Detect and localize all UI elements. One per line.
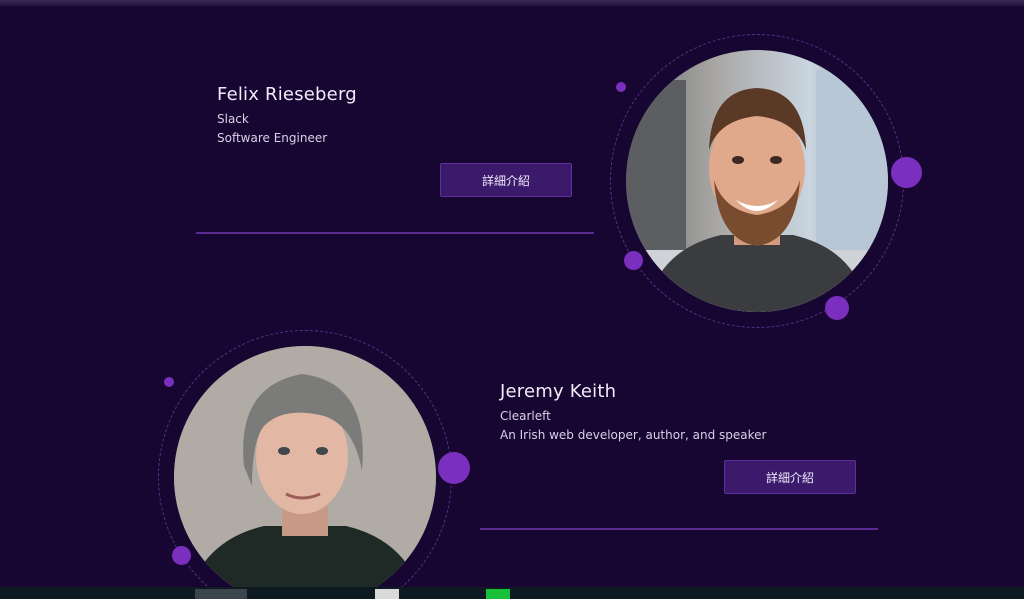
- speaker-name: Felix Rieseberg: [217, 84, 357, 105]
- taskbar-item[interactable]: [195, 589, 247, 599]
- speaker-title: Software Engineer: [217, 131, 328, 145]
- taskbar-item[interactable]: [486, 589, 510, 599]
- decorative-dot: [164, 377, 174, 387]
- taskbar-item[interactable]: [375, 589, 399, 599]
- decorative-dot: [624, 251, 643, 270]
- taskbar: [0, 587, 1024, 599]
- decorative-dot: [616, 82, 626, 92]
- decorative-dot: [825, 296, 849, 320]
- speaker-name: Jeremy Keith: [500, 381, 617, 402]
- speaker-photo-jeremy[interactable]: [174, 346, 436, 599]
- decorative-dot: [438, 452, 470, 484]
- divider: [480, 528, 878, 530]
- speaker-company: Clearleft: [500, 409, 551, 423]
- speaker-photo-felix[interactable]: [626, 50, 888, 312]
- details-button[interactable]: 詳細介紹: [440, 163, 572, 197]
- decorative-dot: [172, 546, 191, 565]
- decorative-dot: [891, 157, 922, 188]
- divider: [196, 232, 594, 234]
- top-strip: [0, 0, 1024, 6]
- speaker-title: An Irish web developer, author, and spea…: [500, 428, 767, 442]
- portrait-icon: [174, 346, 436, 599]
- speaker-company: Slack: [217, 112, 249, 126]
- portrait-icon: [626, 50, 888, 312]
- details-button[interactable]: 詳細介紹: [724, 460, 856, 494]
- speakers-page: Felix Rieseberg Slack Software Engineer …: [0, 0, 1024, 599]
